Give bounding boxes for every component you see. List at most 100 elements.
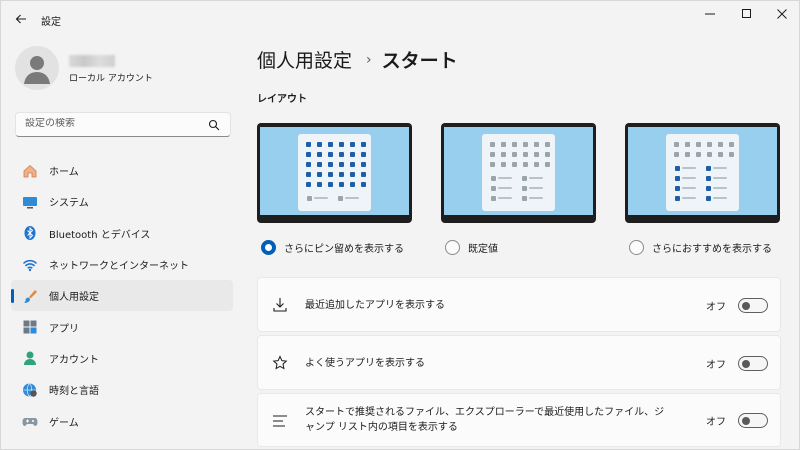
preview-tile — [491, 196, 496, 201]
preview-tile — [317, 162, 322, 167]
preview-tile — [512, 162, 517, 167]
preview-tile — [350, 182, 355, 187]
preview-tile — [706, 186, 711, 191]
preview-tile — [545, 152, 550, 157]
sidebar-item-network[interactable]: ネットワークとインターネット — [11, 249, 233, 280]
preview-tile — [522, 176, 527, 181]
sidebar-item-bluetooth[interactable]: Bluetooth とデバイス — [11, 218, 233, 249]
preview-tile — [317, 172, 322, 177]
toggle-state-label: オフ — [706, 417, 726, 428]
brush-icon — [22, 288, 38, 304]
radio-option-more-pins[interactable]: さらにピン留めを表示する — [261, 240, 404, 255]
preview-tile — [328, 142, 333, 147]
sidebar-item-label: ネットワークとインターネット — [49, 261, 189, 273]
preview-tile — [534, 152, 539, 157]
preview-tile — [706, 176, 711, 181]
setting-label: 最近追加したアプリを表示する — [305, 300, 445, 311]
layout-preview-more-pins[interactable] — [257, 123, 412, 223]
preview-line — [682, 167, 696, 169]
preview-tile — [523, 142, 528, 147]
app-title: 設定 — [41, 17, 61, 28]
back-button[interactable] — [9, 7, 33, 31]
sidebar-item-label: ゲーム — [49, 417, 79, 429]
preview-tile — [328, 172, 333, 177]
preview-tile — [696, 152, 701, 157]
sidebar-item-system[interactable]: システム — [11, 186, 233, 217]
preview-tile — [512, 142, 517, 147]
preview-tile — [350, 142, 355, 147]
wifi-icon — [22, 257, 38, 273]
search-icon[interactable] — [208, 119, 220, 131]
preview-screen — [260, 127, 409, 215]
preview-tile — [307, 196, 312, 201]
toggle-switch[interactable] — [738, 413, 768, 428]
sidebar-item-home[interactable]: ホーム — [11, 155, 233, 186]
sidebar-item-label: アカウント — [49, 354, 99, 366]
home-icon — [22, 163, 38, 179]
preview-tile — [545, 142, 550, 147]
toggle-switch[interactable] — [738, 356, 768, 371]
preview-line — [529, 187, 543, 189]
layout-preview-default[interactable] — [441, 123, 596, 223]
preview-tile — [696, 142, 701, 147]
star-icon — [271, 354, 289, 372]
toggle-switch[interactable] — [738, 298, 768, 313]
start-menu-preview — [482, 134, 555, 211]
preview-tile — [361, 182, 366, 187]
preview-tile — [545, 162, 550, 167]
preview-tile — [675, 186, 680, 191]
radio-option-more-recommendations[interactable]: さらにおすすめを表示する — [629, 240, 772, 255]
radio-button[interactable] — [445, 240, 460, 255]
sidebar-nav: ホーム システム Bluetooth とデバイス ネットワークとインターネット … — [11, 155, 233, 437]
setting-row-recommended-files[interactable]: スタートで推奨されるファイル、エクスプローラーで最近使用したファイル、ジャンプ … — [257, 393, 781, 447]
page-title: スタート — [381, 50, 458, 72]
preview-tile — [490, 152, 495, 157]
start-menu-preview — [298, 134, 371, 211]
account-type-label: ローカル アカウント — [69, 74, 153, 84]
preview-tile — [350, 162, 355, 167]
preview-tile — [685, 152, 690, 157]
setting-row-frequent-apps[interactable]: よく使うアプリを表示する オフ — [257, 335, 781, 390]
preview-tile — [512, 152, 517, 157]
sidebar-item-label: アプリ — [49, 323, 79, 335]
close-button[interactable] — [765, 1, 799, 27]
preview-line — [713, 177, 727, 179]
preview-line — [345, 197, 359, 199]
sidebar-item-personalization[interactable]: 個人用設定 — [11, 280, 233, 312]
preview-tile — [534, 142, 539, 147]
preview-tile — [339, 162, 344, 167]
preview-line — [713, 187, 727, 189]
setting-label: よく使うアプリを表示する — [305, 358, 425, 369]
preview-line — [682, 187, 696, 189]
sidebar-item-apps[interactable]: アプリ — [11, 311, 233, 342]
breadcrumb-parent[interactable]: 個人用設定 — [257, 46, 352, 73]
avatar[interactable] — [15, 46, 59, 90]
preview-screen — [444, 127, 593, 215]
search-input[interactable] — [25, 118, 205, 129]
profile-name-redacted — [69, 55, 115, 67]
maximize-button[interactable] — [730, 1, 764, 27]
preview-tile — [729, 142, 734, 147]
settings-window: 設定 ローカル アカウント ホーム — [0, 0, 800, 450]
radio-option-default[interactable]: 既定値 — [445, 240, 498, 255]
setting-row-recent-apps[interactable]: 最近追加したアプリを表示する オフ — [257, 277, 781, 332]
search-box[interactable] — [15, 112, 231, 137]
layout-preview-more-recommendations[interactable] — [625, 123, 780, 223]
back-arrow-icon — [15, 14, 26, 24]
preview-tile — [706, 166, 711, 171]
radio-button[interactable] — [261, 240, 276, 255]
preview-tile — [328, 182, 333, 187]
preview-line — [529, 177, 543, 179]
toggle-state-label: オフ — [706, 302, 726, 313]
radio-button[interactable] — [629, 240, 644, 255]
minimize-button[interactable] — [693, 1, 727, 27]
sidebar-item-time-language[interactable]: 時刻と言語 — [11, 374, 233, 405]
preview-tile — [490, 142, 495, 147]
preview-tile — [491, 176, 496, 181]
preview-tile — [350, 152, 355, 157]
sidebar-item-accounts[interactable]: アカウント — [11, 343, 233, 374]
sidebar-item-gaming[interactable]: ゲーム — [11, 405, 233, 436]
setting-label: スタートで推奨されるファイル、エクスプローラーで最近使用したファイル、ジャンプ … — [305, 407, 665, 433]
preview-tile — [306, 152, 311, 157]
sidebar-item-label: ホーム — [49, 167, 79, 179]
